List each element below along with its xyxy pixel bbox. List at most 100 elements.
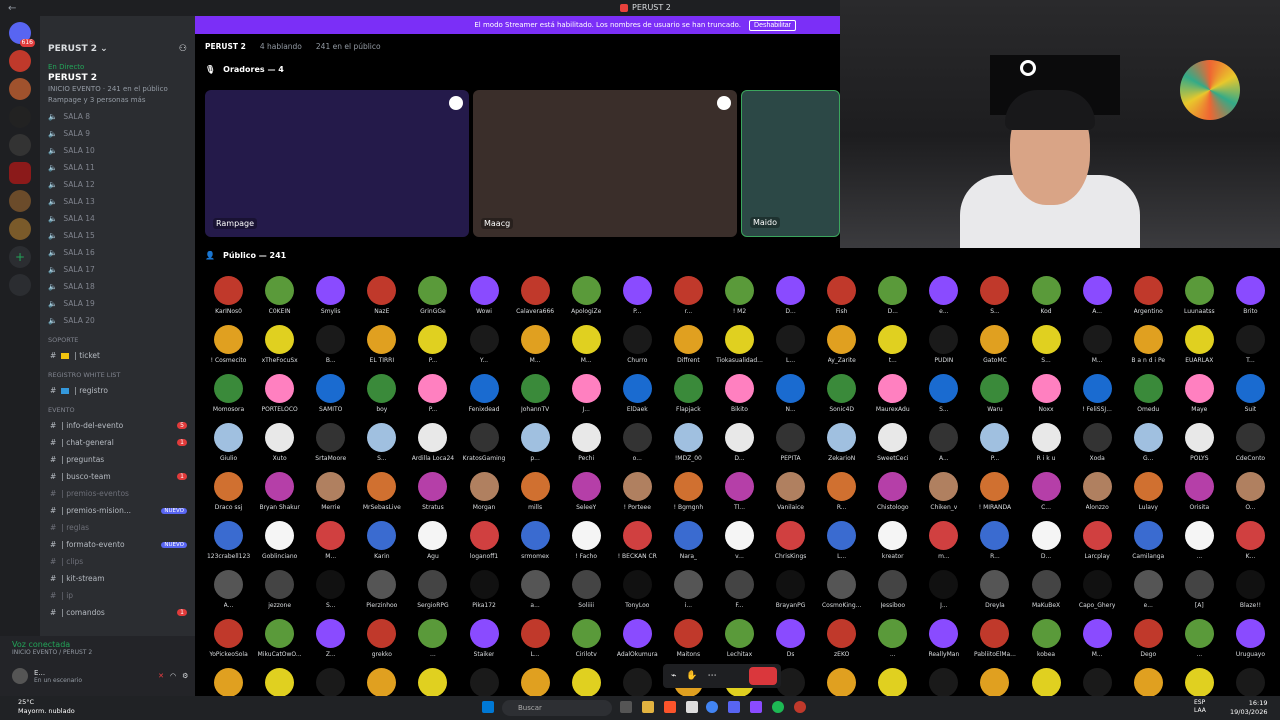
audience-member[interactable]: GatoMC	[969, 325, 1020, 374]
audience-member[interactable]: M...	[1072, 619, 1123, 668]
audience-member[interactable]: ...	[867, 668, 918, 696]
audience-member[interactable]: ...	[305, 668, 356, 696]
audience-member[interactable]: ...	[1225, 668, 1276, 696]
audience-member[interactable]: Dego	[1123, 619, 1174, 668]
channel-item[interactable]: # | chat-general 1	[40, 434, 195, 451]
channel-item[interactable]: # | premios-mision... NUEVO	[40, 502, 195, 519]
leave-stage-button[interactable]	[749, 667, 777, 685]
chrome-icon[interactable]	[706, 701, 718, 713]
audience-member[interactable]: EL TIRRI	[356, 325, 407, 374]
audience-member[interactable]: ...	[203, 668, 254, 696]
voice-channel[interactable]: 🔈 SALA 17	[40, 261, 195, 278]
audience-member[interactable]: Churro	[612, 325, 663, 374]
audience-member[interactable]: loganoff1	[458, 521, 509, 570]
audience-member[interactable]: ...	[1174, 521, 1225, 570]
audience-member[interactable]: YoPickeoSola	[203, 619, 254, 668]
back-arrow-icon[interactable]: ←	[8, 3, 16, 14]
audience-member[interactable]: ! FeliSSJ...	[1072, 374, 1123, 423]
audience-member[interactable]: D...	[765, 276, 816, 325]
audience-member[interactable]: Momosora	[203, 374, 254, 423]
channel-item[interactable]: # | info-del-evento 5	[40, 417, 195, 434]
audience-member[interactable]: e...	[918, 276, 969, 325]
server-icon[interactable]	[9, 190, 31, 212]
voice-channel[interactable]: 🔈 SALA 20	[40, 312, 195, 329]
audience-member[interactable]: ! Porteee	[612, 472, 663, 521]
audience-member[interactable]: KarIÑos0	[203, 276, 254, 325]
audience-member[interactable]: Flapjack	[663, 374, 714, 423]
channel-item[interactable]: # | busco-team 1	[40, 468, 195, 485]
channel-item[interactable]: # | kit-stream	[40, 570, 195, 587]
audience-member[interactable]: Bryan Shakur	[254, 472, 305, 521]
taskbar-search[interactable]: Buscar	[502, 700, 612, 716]
audience-member[interactable]: ! BECKAN CR	[612, 521, 663, 570]
audience-member[interactable]: ...	[407, 619, 458, 668]
mic-muted-icon[interactable]: ✕	[158, 672, 164, 680]
audience-member[interactable]: Karin	[356, 521, 407, 570]
audience-member[interactable]: Morgan	[458, 472, 509, 521]
audience-member[interactable]: Waru	[969, 374, 1020, 423]
audience-member[interactable]: zEKO	[816, 619, 867, 668]
weather-widget[interactable]: 25°C Mayorm. nublado	[18, 698, 75, 716]
audience-member[interactable]: PORTELOCO	[254, 374, 305, 423]
server-icon[interactable]	[9, 134, 31, 156]
audience-member[interactable]: Xuto	[254, 423, 305, 472]
audience-member[interactable]: Vanilaice	[765, 472, 816, 521]
channel-item[interactable]: # | ip	[40, 587, 195, 604]
audience-member[interactable]: Tl...	[714, 472, 765, 521]
audience-member[interactable]: Camilanga	[1123, 521, 1174, 570]
channel-ticket[interactable]: # | ticket	[40, 347, 195, 364]
audience-member[interactable]: M...	[561, 325, 612, 374]
voice-channel[interactable]: 🔈 SALA 14	[40, 210, 195, 227]
audience-member[interactable]: o...	[612, 423, 663, 472]
channel-item[interactable]: # | clips	[40, 553, 195, 570]
audience-member[interactable]: ! Bgmgnh	[663, 472, 714, 521]
audience-member[interactable]: ...	[1072, 668, 1123, 696]
live-event-card[interactable]: En Directo PERUST 2 INICIO EVENTO · 241 …	[40, 60, 195, 108]
audience-member[interactable]: Argentino	[1123, 276, 1174, 325]
audience-member[interactable]: L...	[816, 521, 867, 570]
audience-member[interactable]: mills	[510, 472, 561, 521]
audience-member[interactable]: r...	[663, 276, 714, 325]
audience-member[interactable]: Luunaatss	[1174, 276, 1225, 325]
audience-member[interactable]: Staiker	[458, 619, 509, 668]
audience-member[interactable]: Sonic4D	[816, 374, 867, 423]
file-explorer-icon[interactable]	[642, 701, 654, 713]
audience-member[interactable]: m...	[918, 521, 969, 570]
language-indicator[interactable]: ESP LAA	[1194, 699, 1206, 715]
audience-member[interactable]: !MDZ_00	[663, 423, 714, 472]
audience-member[interactable]: Ay_Zarite	[816, 325, 867, 374]
audience-member[interactable]: POLYS	[1174, 423, 1225, 472]
audience-member[interactable]: ...	[458, 668, 509, 696]
audience-member[interactable]: D...	[867, 276, 918, 325]
audience-member[interactable]: Lulavy	[1123, 472, 1174, 521]
add-member-icon[interactable]: ⚇	[179, 44, 187, 54]
audience-member[interactable]: ! M2	[714, 276, 765, 325]
audience-member[interactable]: Giulio	[203, 423, 254, 472]
audience-member[interactable]: v...	[714, 521, 765, 570]
audience-member[interactable]: Chiken_v	[918, 472, 969, 521]
audience-member[interactable]: Z...	[305, 619, 356, 668]
audience-member[interactable]: Larcplay	[1072, 521, 1123, 570]
channel-item[interactable]: # | comandos 1	[40, 604, 195, 621]
audience-member[interactable]: Smylis	[305, 276, 356, 325]
audience-member[interactable]: S...	[305, 570, 356, 619]
audience-member[interactable]: A...	[1072, 276, 1123, 325]
audience-member[interactable]: Suit	[1225, 374, 1276, 423]
audience-member[interactable]: Maye	[1174, 374, 1225, 423]
app-icon[interactable]	[794, 701, 806, 713]
audience-member[interactable]: Capo_Ghery	[1072, 570, 1123, 619]
mic-off-icon[interactable]: ⌁	[671, 671, 676, 681]
audience-member[interactable]: CdeConto	[1225, 423, 1276, 472]
audience-member[interactable]: Merrie	[305, 472, 356, 521]
raise-hand-icon[interactable]: ✋	[686, 671, 697, 681]
audience-member[interactable]: ApologiZe	[561, 276, 612, 325]
audience-member[interactable]: GrinGGe	[407, 276, 458, 325]
audience-member[interactable]: e...	[1123, 570, 1174, 619]
audience-member[interactable]: Goblinciano	[254, 521, 305, 570]
audience-member[interactable]: N...	[765, 374, 816, 423]
channel-item[interactable]: # | premios-eventos	[40, 485, 195, 502]
audience-member[interactable]: D...	[714, 423, 765, 472]
explore-icon[interactable]	[9, 274, 31, 296]
audience-member[interactable]: ...	[867, 619, 918, 668]
audience-member[interactable]: ReallyMan	[918, 619, 969, 668]
